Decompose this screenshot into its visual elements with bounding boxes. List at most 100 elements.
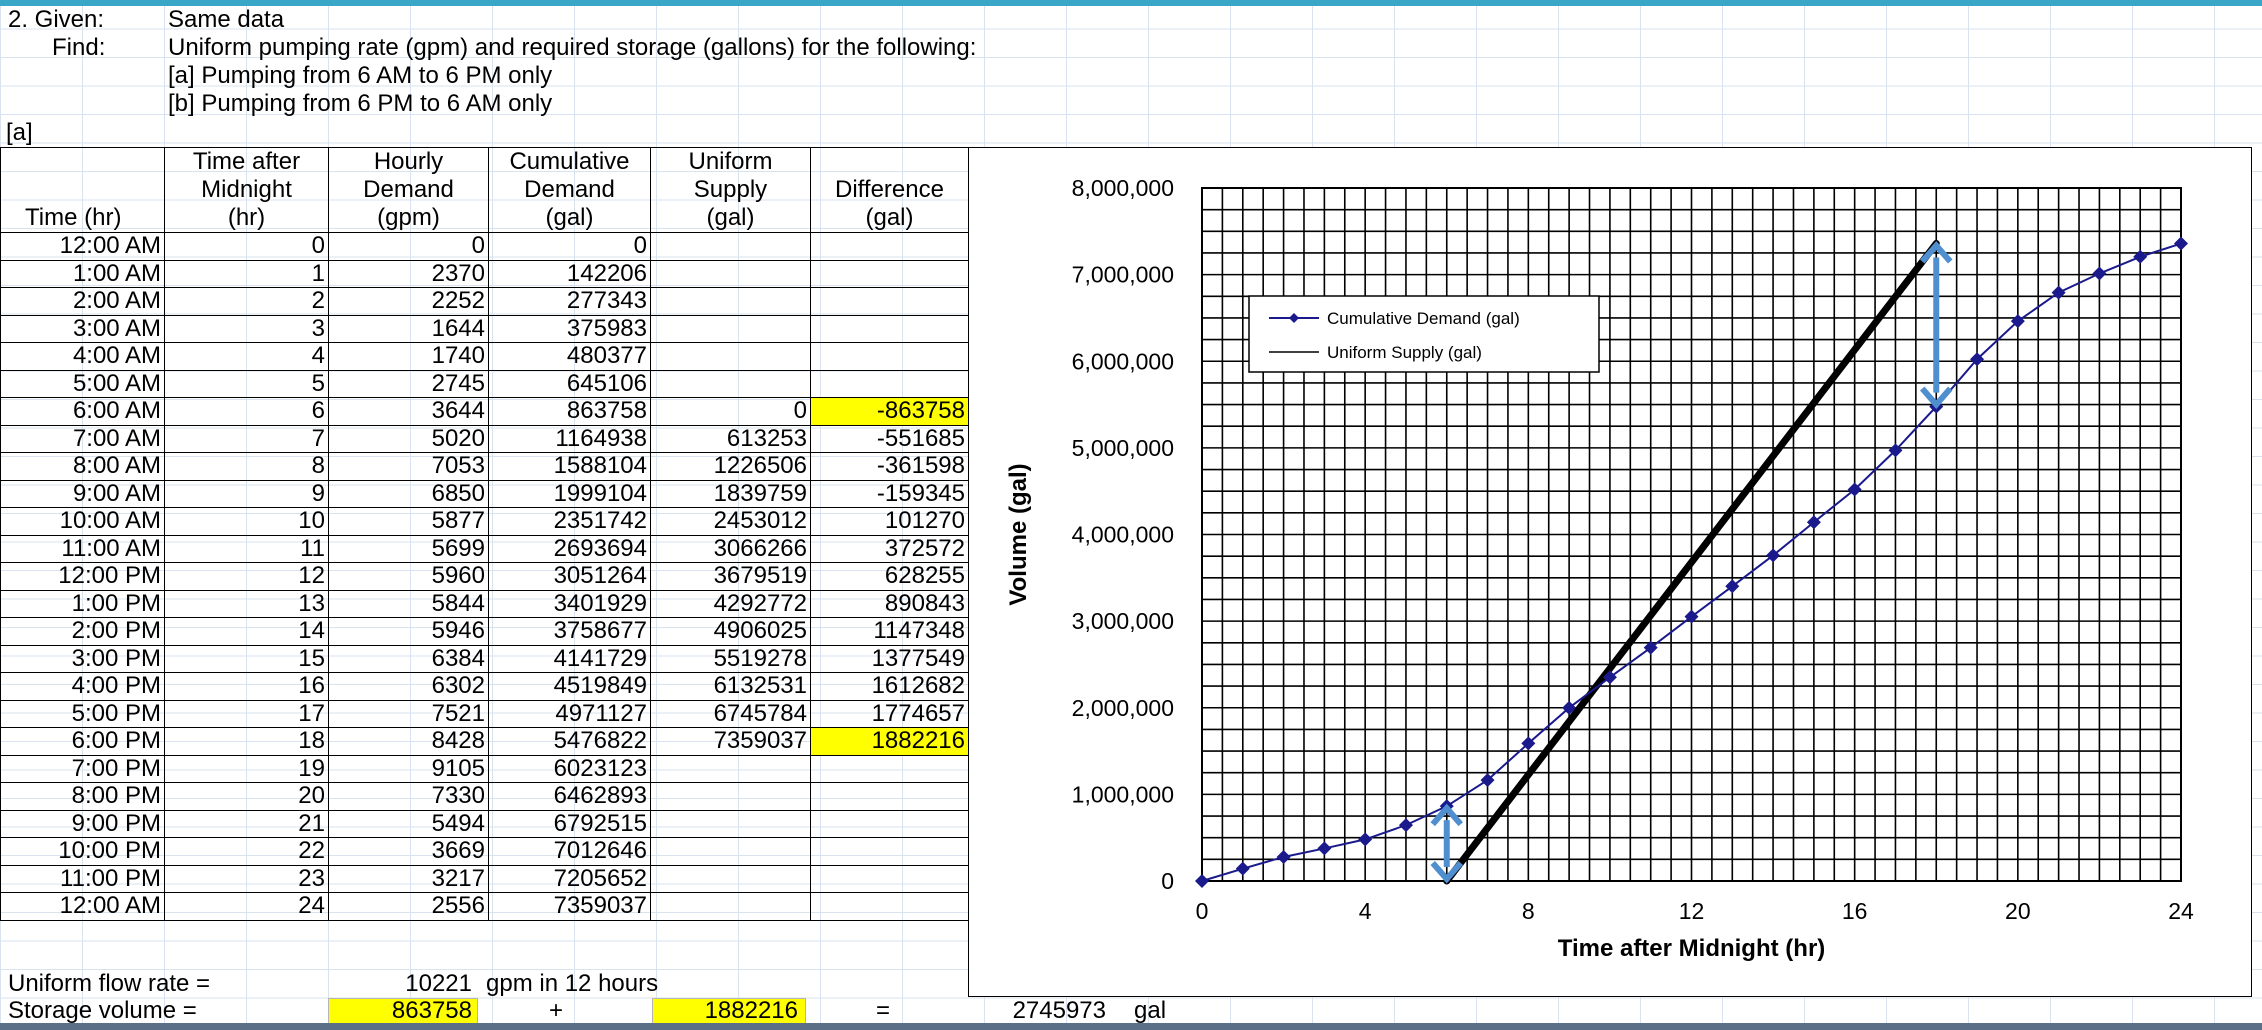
table-cell[interactable]: 22	[164, 837, 329, 866]
table-cell[interactable]: 1:00 AM	[0, 259, 165, 288]
table-cell[interactable]: 1999104	[488, 479, 651, 508]
table-cell[interactable]: 1147348	[810, 617, 969, 646]
table-cell[interactable]: 5494	[328, 809, 489, 838]
table-cell[interactable]: 19	[164, 754, 329, 783]
table-cell[interactable]	[810, 837, 969, 866]
table-cell[interactable]: 11:00 PM	[0, 864, 165, 893]
table-cell[interactable]: 11:00 AM	[0, 534, 165, 563]
table-cell[interactable]	[650, 314, 811, 343]
table-cell[interactable]: 890843	[810, 589, 969, 618]
table-cell[interactable]: 4519849	[488, 672, 651, 701]
table-cell[interactable]: 7:00 PM	[0, 754, 165, 783]
table-cell[interactable]: 6384	[328, 644, 489, 673]
table-cell[interactable]: -551685	[810, 424, 969, 453]
table-cell[interactable]: 4	[164, 342, 329, 371]
table-cell[interactable]: 3758677	[488, 617, 651, 646]
table-cell[interactable]: 5:00 AM	[0, 369, 165, 398]
table-cell[interactable]: 5877	[328, 507, 489, 536]
table-cell[interactable]: 0	[650, 397, 811, 426]
table-cell[interactable]: 0	[488, 232, 651, 261]
table-cell[interactable]: 1612682	[810, 672, 969, 701]
table-cell[interactable]: 16	[164, 672, 329, 701]
table-cell[interactable]: 6302	[328, 672, 489, 701]
table-cell[interactable]: 142206	[488, 259, 651, 288]
table-cell[interactable]: 4906025	[650, 617, 811, 646]
table-cell[interactable]: 6462893	[488, 782, 651, 811]
table-cell[interactable]: 12:00 AM	[0, 892, 165, 921]
table-cell[interactable]	[650, 369, 811, 398]
table-cell[interactable]: 8428	[328, 727, 489, 756]
table-cell[interactable]: 12:00 AM	[0, 232, 165, 261]
table-cell[interactable]	[650, 287, 811, 316]
table-cell[interactable]: 0	[328, 232, 489, 261]
table-cell[interactable]: 375983	[488, 314, 651, 343]
table-cell[interactable]: 6850	[328, 479, 489, 508]
table-cell[interactable]: 9:00 AM	[0, 479, 165, 508]
table-cell[interactable]: -159345	[810, 479, 969, 508]
table-cell[interactable]: 3051264	[488, 562, 651, 591]
table-cell[interactable]: 5476822	[488, 727, 651, 756]
table-cell[interactable]: 17	[164, 699, 329, 728]
table-cell[interactable]	[650, 259, 811, 288]
table-cell[interactable]: 7	[164, 424, 329, 453]
table-cell[interactable]: 10:00 AM	[0, 507, 165, 536]
table-cell[interactable]: 3401929	[488, 589, 651, 618]
table-cell[interactable]: 6:00 AM	[0, 397, 165, 426]
table-cell[interactable]: 6	[164, 397, 329, 426]
table-cell[interactable]	[810, 782, 969, 811]
table-cell[interactable]: 3066266	[650, 534, 811, 563]
table-cell[interactable]: 1882216	[810, 727, 969, 756]
table-cell[interactable]: 7521	[328, 699, 489, 728]
table-cell[interactable]	[810, 809, 969, 838]
table-cell[interactable]: 1588104	[488, 452, 651, 481]
table-cell[interactable]: 11	[164, 534, 329, 563]
table-cell[interactable]: 6132531	[650, 672, 811, 701]
table-cell[interactable]: 372572	[810, 534, 969, 563]
table-cell[interactable]: 1644	[328, 314, 489, 343]
table-cell[interactable]: 1	[164, 259, 329, 288]
table-cell[interactable]	[650, 809, 811, 838]
table-cell[interactable]: 4:00 PM	[0, 672, 165, 701]
table-cell[interactable]: 3217	[328, 864, 489, 893]
table-cell[interactable]: 13	[164, 589, 329, 618]
table-cell[interactable]: 4141729	[488, 644, 651, 673]
table-cell[interactable]	[650, 782, 811, 811]
table-cell[interactable]	[650, 892, 811, 921]
table-cell[interactable]	[810, 892, 969, 921]
table-cell[interactable]: 2556	[328, 892, 489, 921]
table-cell[interactable]: 7205652	[488, 864, 651, 893]
table-cell[interactable]	[650, 864, 811, 893]
table-cell[interactable]: 7330	[328, 782, 489, 811]
table-cell[interactable]: 7:00 AM	[0, 424, 165, 453]
table-cell[interactable]: 7012646	[488, 837, 651, 866]
table-cell[interactable]: 5020	[328, 424, 489, 453]
table-cell[interactable]: 0	[164, 232, 329, 261]
table-cell[interactable]: 7359037	[650, 727, 811, 756]
table-cell[interactable]: 9:00 PM	[0, 809, 165, 838]
table-cell[interactable]	[810, 369, 969, 398]
table-cell[interactable]: 20	[164, 782, 329, 811]
table-cell[interactable]	[810, 864, 969, 893]
table-cell[interactable]: -361598	[810, 452, 969, 481]
table-cell[interactable]: 23	[164, 864, 329, 893]
table-cell[interactable]: 863758	[488, 397, 651, 426]
table-cell[interactable]: 1774657	[810, 699, 969, 728]
table-cell[interactable]: 7359037	[488, 892, 651, 921]
table-cell[interactable]: 277343	[488, 287, 651, 316]
table-cell[interactable]: 8:00 PM	[0, 782, 165, 811]
table-cell[interactable]	[810, 259, 969, 288]
table-cell[interactable]: 628255	[810, 562, 969, 591]
table-cell[interactable]: 5:00 PM	[0, 699, 165, 728]
table-cell[interactable]: 4292772	[650, 589, 811, 618]
table-cell[interactable]: 6:00 PM	[0, 727, 165, 756]
table-cell[interactable]: 1740	[328, 342, 489, 371]
table-cell[interactable]: 6745784	[650, 699, 811, 728]
table-cell[interactable]	[810, 232, 969, 261]
table-cell[interactable]: 3:00 PM	[0, 644, 165, 673]
table-cell[interactable]	[650, 342, 811, 371]
table-cell[interactable]: 8	[164, 452, 329, 481]
table-cell[interactable]	[650, 232, 811, 261]
table-cell[interactable]: 12:00 PM	[0, 562, 165, 591]
table-cell[interactable]	[810, 287, 969, 316]
table-cell[interactable]: 9	[164, 479, 329, 508]
